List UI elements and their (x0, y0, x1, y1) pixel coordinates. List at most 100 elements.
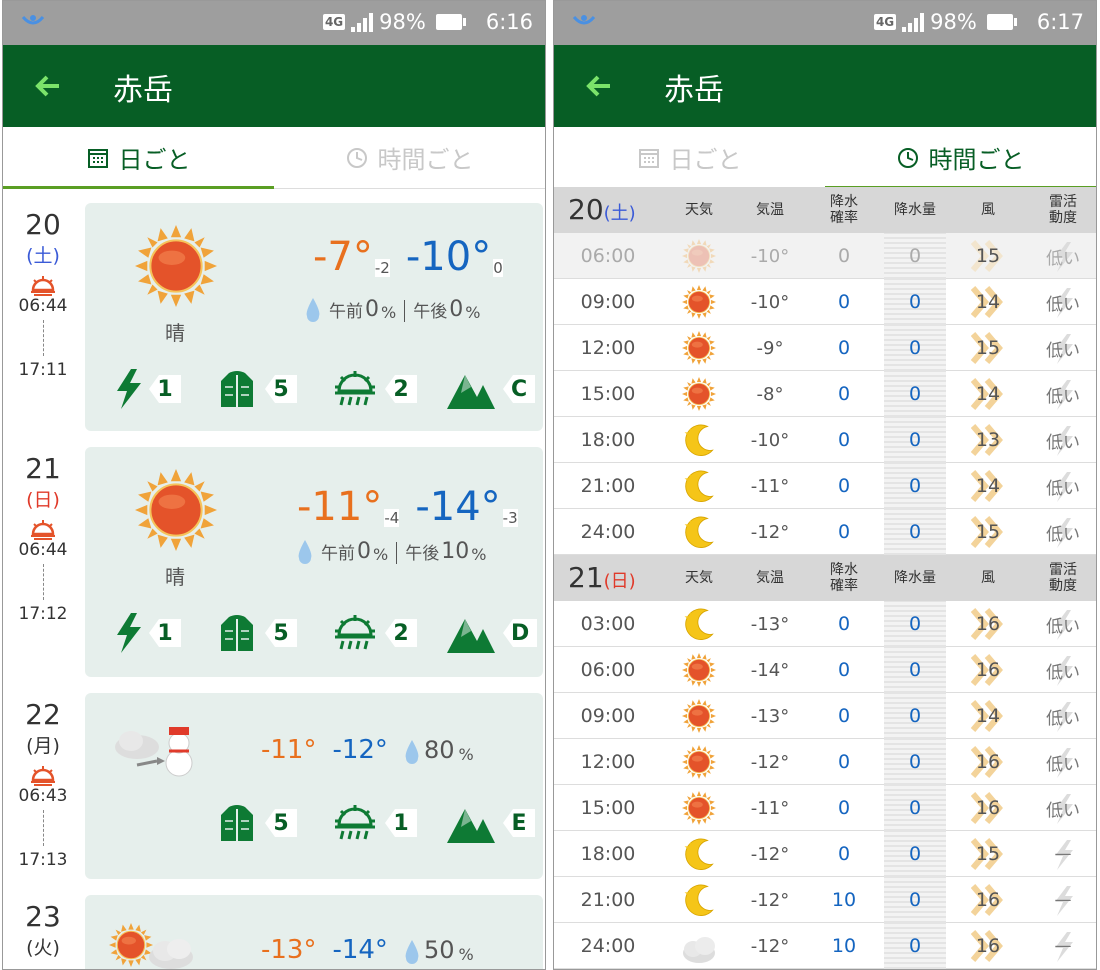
frost-value: 1 (385, 809, 417, 837)
row-thunder: 低い (1030, 325, 1096, 371)
row-weather (662, 325, 736, 371)
row-time: 21:00 (580, 475, 636, 497)
pct-unit: % (465, 303, 481, 322)
row-temp: -10° (750, 291, 790, 313)
wind-speed: 15 (975, 337, 1001, 359)
sun-icon (682, 745, 716, 779)
row-time: 18:00 (580, 429, 636, 451)
column-header: 風 (981, 202, 995, 218)
climbing-value: E (503, 809, 535, 837)
row-temp: -13° (750, 705, 790, 727)
hourly-row: 09:00 -13° 0 0 14 低い (554, 693, 1096, 739)
sun-icon (135, 469, 217, 551)
frost-icon (333, 369, 377, 407)
cloud-icon (683, 937, 715, 963)
row-precip-amount: 0 (884, 739, 946, 785)
row-temp: -12° (750, 935, 790, 957)
sun-icon (682, 699, 716, 733)
column-header: 降水量 (894, 570, 936, 586)
row-precip-amount: 0 (884, 463, 946, 509)
network-type: 4G (322, 14, 346, 30)
day-weekday: (土) (26, 245, 60, 267)
tab-hourly[interactable]: 時間ごと (274, 127, 545, 188)
thunder-level: 低い (1046, 294, 1080, 315)
hourly-row: 09:00 -10° 0 0 14 低い (554, 279, 1096, 325)
wind-speed: 15 (975, 843, 1001, 865)
day-card[interactable]: 晴 -11° -4 -14° -3 午前 0% 午後 10% 1 5 2 D (85, 447, 543, 677)
app-bar: 赤岳 (554, 45, 1096, 127)
back-arrow-icon[interactable] (33, 71, 63, 101)
climbing-index: E (447, 803, 535, 843)
jacket-icon (220, 370, 254, 408)
pm-label: 午後 (405, 544, 440, 564)
clock-icon (346, 147, 367, 168)
row-time: 09:00 (580, 291, 636, 313)
calendar-icon (87, 148, 108, 168)
row-thunder: 低い (1030, 279, 1096, 325)
row-temp: -13° (750, 613, 790, 635)
row-precip-chance: 10 (831, 889, 857, 911)
tab-daily[interactable]: 日ごと (3, 127, 274, 188)
row-temp: -12° (750, 843, 790, 865)
status-bar: 4G 98% 6:17 (554, 1, 1096, 45)
day-card[interactable]: 晴 -7° -2 -10° 0 午前 0% 午後 0% 1 5 2 C (85, 203, 543, 431)
pm-precip: 10 (441, 539, 470, 564)
cloud-snow-icon (115, 727, 193, 777)
thunder-level: 低い (1046, 248, 1080, 269)
row-precip-chance: 0 (837, 521, 851, 543)
clock: 6:16 (485, 10, 533, 34)
row-thunder: — (1030, 923, 1096, 969)
column-header: 降水確率 (830, 194, 858, 226)
row-wind: 16 (946, 923, 1030, 969)
raindrop-icon (306, 298, 320, 322)
am-precip: 0 (365, 297, 379, 322)
wind-speed: 13 (975, 429, 1001, 451)
row-thunder: 低い (1030, 417, 1096, 463)
jacket-icon (220, 804, 254, 842)
day-card[interactable]: -11° -12° 80% 5 1 E (85, 693, 543, 879)
thunder-level: 低い (1046, 386, 1080, 407)
sunset-time: 17:11 (18, 360, 68, 380)
row-wind: 16 (946, 785, 1030, 831)
jacket-icon (220, 614, 254, 652)
thunder-level: 低い (1046, 478, 1080, 499)
hourly-row: 03:00 -13° 0 0 16 低い (554, 601, 1096, 647)
column-header: 気温 (756, 570, 784, 586)
sun-cloud-icon (109, 923, 193, 969)
tab-daily[interactable]: 日ごと (554, 127, 825, 188)
wind-speed: 16 (975, 613, 1001, 635)
row-precip-amount: 0 (884, 647, 946, 693)
row-precip-amount: 0 (884, 693, 946, 739)
row-thunder: 低い (1030, 371, 1096, 417)
row-thunder: 低い (1030, 739, 1096, 785)
page-title: 赤岳 (113, 73, 173, 108)
hourly-row: 21:00 -11° 0 0 14 低い (554, 463, 1096, 509)
page-title: 赤岳 (664, 73, 724, 108)
frost-value: 2 (385, 375, 417, 403)
row-precip-chance: 10 (831, 935, 857, 957)
raindrop-icon (405, 940, 419, 964)
row-precip-chance: 0 (837, 659, 851, 681)
row-precip-amount: 0 (884, 831, 946, 877)
frost-icon (333, 613, 377, 651)
row-wind: 16 (946, 877, 1030, 923)
sunrise-icon (30, 766, 56, 786)
tab-bar: 日ごと 時間ごと (3, 127, 545, 189)
moon-icon (684, 838, 714, 870)
temp-max: -11° (297, 484, 383, 530)
row-weather (662, 509, 736, 555)
row-weather (662, 647, 736, 693)
tab-hourly[interactable]: 時間ごと (825, 127, 1096, 188)
row-thunder: 低い (1030, 693, 1096, 739)
back-arrow-icon[interactable] (584, 71, 614, 101)
day-date: 20 (25, 208, 61, 241)
pct-unit: % (471, 545, 487, 564)
sunset-time: 17:13 (18, 850, 68, 870)
sunrise-icon (30, 276, 56, 296)
day-card[interactable]: -13° -14° 50% (85, 895, 543, 969)
precip-chance: 80 (423, 736, 455, 764)
row-wind: 16 (946, 739, 1030, 785)
frost-index: 2 (333, 613, 417, 653)
row-weather (662, 233, 736, 279)
row-weather (662, 693, 736, 739)
